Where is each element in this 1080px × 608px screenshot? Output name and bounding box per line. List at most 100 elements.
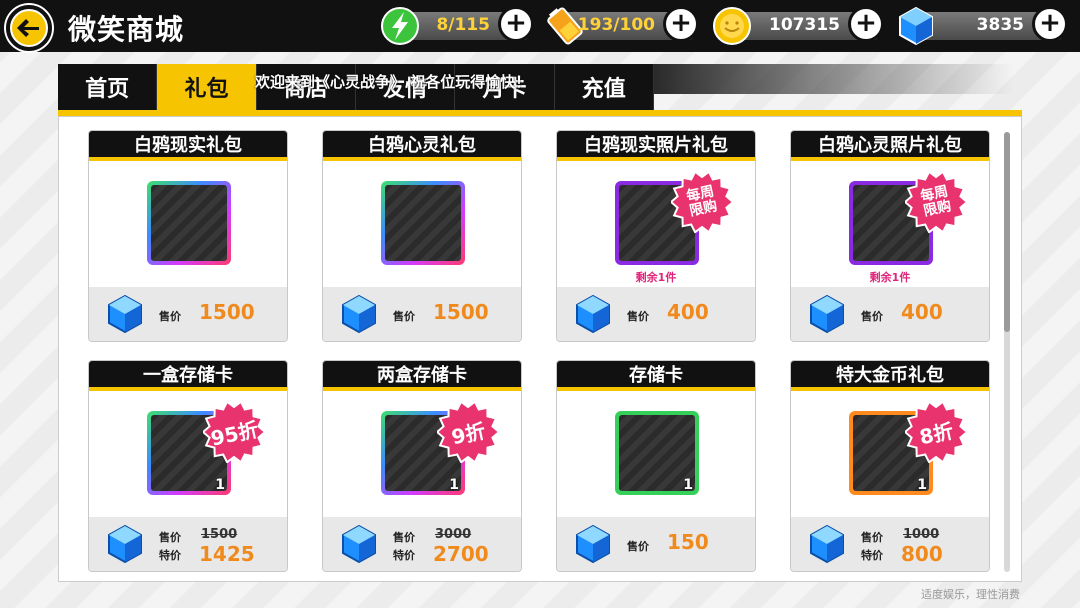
card-body (89, 161, 287, 285)
gift-card[interactable]: 白鸦现实礼包售价 1500 (88, 130, 288, 342)
price-area: 售价 400 (557, 287, 755, 341)
badge-text: 每周 限购 (684, 183, 719, 220)
gift-card[interactable]: 两盒存储卡 1 9折售价特价 3000 2700 (322, 360, 522, 572)
add-gems-button[interactable]: + (1032, 6, 1068, 42)
gem-amount: 3835 (976, 15, 1024, 35)
gift-card[interactable]: 一盒存储卡 1 95折 售价 特价 1500 1425 (88, 360, 288, 572)
card-title: 白鸦现实照片礼包 (557, 131, 755, 161)
badge-text: 95折 (208, 416, 261, 451)
stamina-resource: 8/115 + (381, 6, 534, 45)
sale-label: 特价 (393, 549, 415, 562)
price-label: 售价 (393, 310, 415, 323)
item-count: 1 (917, 477, 927, 493)
stamina-max: 115 (454, 15, 491, 35)
page-title: 微笑商城 (68, 13, 185, 46)
top-bar: 微笑商城 8/115 + 193/100 + 107315 + 3835 + (0, 0, 1080, 52)
gift-card[interactable]: 白鸦心灵照片礼包每周 限购剩余1件售价 400 (790, 130, 990, 342)
item-thumbnail: 1 (615, 411, 699, 495)
card-title: 特大金币礼包 (791, 361, 989, 391)
price-label: 售价 (159, 310, 181, 323)
energy-max: 100 (619, 15, 656, 35)
item-count: 1 (683, 477, 693, 493)
remaining-count: 剩余1件 (869, 271, 911, 284)
gift-card[interactable]: 白鸦心灵礼包售价 1500 (322, 130, 522, 342)
gem-icon (573, 294, 613, 334)
original-price: 3000 (435, 527, 472, 542)
sale-price: 2700 (433, 542, 489, 566)
card-body: 1 9折 (323, 391, 521, 515)
coin-amount: 107315 (769, 15, 840, 35)
gem-icon (807, 294, 847, 334)
gem-resource: 3835 + (899, 6, 1068, 46)
badge-text: 9折 (449, 418, 488, 449)
badge-text: 8折 (917, 418, 956, 449)
card-title: 白鸦现实礼包 (89, 131, 287, 161)
card-title: 白鸦心灵礼包 (323, 131, 521, 161)
price-area: 售价 400 (791, 287, 989, 341)
card-body: 每周 限购剩余1件 (557, 161, 755, 285)
back-arrow-icon (12, 11, 46, 45)
price-value: 150 (667, 530, 709, 554)
scroll-thumb[interactable] (1004, 132, 1010, 332)
price-value: 400 (901, 300, 943, 324)
discount-badge: 每周 限购 (905, 171, 967, 233)
stamina-current: 8 (436, 15, 449, 35)
card-title: 两盒存储卡 (323, 361, 521, 391)
card-body: 1 (557, 391, 755, 515)
item-image (385, 185, 461, 261)
card-body (323, 161, 521, 285)
item-thumbnail (381, 181, 465, 265)
sale-price: 800 (901, 542, 943, 566)
tab-gift-packs[interactable]: 礼包 (157, 64, 257, 110)
discount-badge: 9折 (437, 401, 499, 463)
price-area: 售价 特价 1500 1425 (89, 517, 287, 571)
energy-resource: 193/100 + (547, 6, 699, 45)
tab-home[interactable]: 首页 (58, 64, 158, 110)
price-area: 售价 150 (557, 517, 755, 571)
price-value: 400 (667, 300, 709, 324)
remaining-count: 剩余1件 (635, 271, 677, 284)
price-value: 1500 (199, 300, 255, 324)
price-label: 售价 (627, 540, 649, 553)
card-title: 存储卡 (557, 361, 755, 391)
item-thumbnail (147, 181, 231, 265)
add-energy-button[interactable]: + (663, 6, 699, 42)
price-area: 售价 1500 (89, 287, 287, 341)
back-button[interactable] (6, 5, 52, 51)
card-body: 每周 限购剩余1件 (791, 161, 989, 285)
tab-recharge[interactable]: 充值 (555, 64, 654, 110)
gem-icon (339, 524, 379, 564)
gift-card[interactable]: 特大金币礼包 1 8折售价特价 1000 800 (790, 360, 990, 572)
gem-icon (339, 294, 379, 334)
item-count: 1 (215, 477, 225, 493)
price-label: 售价 (627, 310, 649, 323)
discount-badge: 每周 限购 (671, 171, 733, 233)
gem-icon (899, 6, 933, 46)
sale-price: 1425 (199, 542, 255, 566)
announcement-marquee: 欢迎来到《心灵战争》 祝各位玩得愉快！ (255, 73, 531, 91)
gift-card[interactable]: 存储卡 1 售价 150 (556, 360, 756, 572)
sale-label: 特价 (861, 549, 883, 562)
price-label: 售价 (861, 310, 883, 323)
gift-card[interactable]: 白鸦现实照片礼包每周 限购剩余1件售价 400 (556, 130, 756, 342)
price-label: 售价 (861, 531, 883, 544)
price-area: 售价 1500 (323, 287, 521, 341)
card-body: 1 95折 (89, 391, 287, 515)
price-value: 1500 (433, 300, 489, 324)
card-title: 白鸦心灵照片礼包 (791, 131, 989, 161)
item-count: 1 (449, 477, 459, 493)
gem-icon (807, 524, 847, 564)
add-coins-button[interactable]: + (848, 6, 884, 42)
card-title: 一盒存储卡 (89, 361, 287, 391)
price-label: 售价 (159, 531, 181, 544)
original-price: 1000 (903, 527, 940, 542)
scrollbar[interactable] (1004, 132, 1010, 572)
footer-note: 适度娱乐，理性消费 (921, 588, 1020, 601)
price-label: 售价 (393, 531, 415, 544)
gem-icon (105, 524, 145, 564)
sale-label: 特价 (159, 549, 181, 562)
badge-text: 每周 限购 (918, 183, 953, 220)
add-stamina-button[interactable]: + (498, 6, 534, 42)
discount-badge: 95折 (203, 401, 265, 463)
coin-resource: 107315 + (713, 6, 884, 45)
